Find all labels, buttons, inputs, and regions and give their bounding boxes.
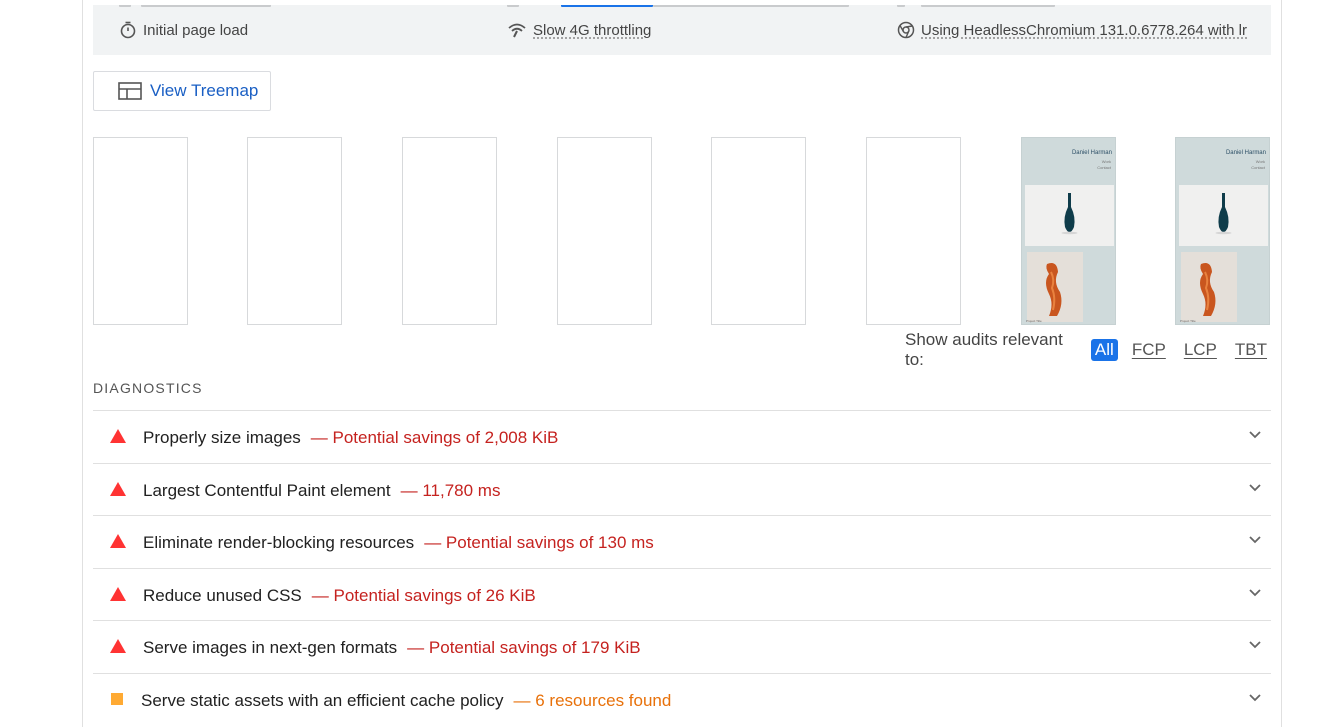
audit-detail: — Potential savings of 130 ms bbox=[424, 533, 654, 552]
audit-title: Reduce unused CSS bbox=[143, 585, 302, 605]
thumb-site-title: Daniel Harman bbox=[1071, 150, 1112, 156]
filmstrip-frame bbox=[247, 137, 342, 325]
audit-detail: — Potential savings of 26 KiB bbox=[311, 585, 536, 605]
chrome-icon bbox=[897, 21, 915, 39]
chevron-down-icon[interactable] bbox=[1249, 641, 1261, 649]
audit-row[interactable]: Serve images in next-gen formats — Potent… bbox=[93, 620, 1271, 673]
env-label-throttling[interactable]: Slow 4G throttling bbox=[533, 22, 651, 39]
audit-filter: Show audits relevant to: All FCP LCP TBT bbox=[905, 330, 1281, 369]
filter-chip-tbt[interactable]: TBT bbox=[1231, 339, 1271, 361]
chevron-down-icon[interactable] bbox=[1249, 588, 1261, 597]
filter-chip-all[interactable]: All bbox=[1090, 339, 1118, 361]
audit-detail: — 11,780 ms bbox=[400, 480, 501, 500]
lighthouse-report: Initial page load Slow 4G throttling Usi… bbox=[82, 0, 1282, 727]
filmstrip-frame bbox=[93, 137, 188, 325]
chevron-down-icon[interactable] bbox=[1249, 431, 1261, 439]
thumb-site-nav: Work Contact bbox=[1097, 159, 1111, 170]
chevron-down-icon[interactable] bbox=[1249, 483, 1261, 492]
audit-title: Largest Contentful Paint element bbox=[143, 480, 391, 500]
average-square-icon bbox=[111, 692, 123, 705]
audit-row[interactable]: Properly size images — Potential savings … bbox=[93, 410, 1271, 463]
diagnostics-list: Properly size images — Potential savings … bbox=[93, 410, 1271, 725]
thumb-sculpture-photo bbox=[1027, 252, 1083, 322]
filmstrip-frame bbox=[866, 137, 961, 325]
thumb-sculpture-photo bbox=[1181, 252, 1237, 322]
fail-triangle-icon bbox=[110, 481, 126, 496]
view-treemap-button[interactable]: View Treemap bbox=[93, 71, 271, 111]
audit-row[interactable]: Serve static assets with an efficient ca… bbox=[93, 672, 1271, 726]
audit-row[interactable]: Reduce unused CSS — Potential savings of … bbox=[93, 567, 1271, 621]
audit-title: Serve static assets with an efficient ca… bbox=[141, 690, 504, 710]
audit-row[interactable]: Eliminate render-blocking resources — Pot… bbox=[93, 515, 1271, 568]
view-treemap-label[interactable]: View Treemap bbox=[150, 81, 258, 101]
audit-row[interactable]: Largest Contentful Paint element — 11,780… bbox=[93, 462, 1271, 516]
fail-triangle-icon bbox=[110, 639, 126, 653]
fail-triangle-icon bbox=[110, 429, 126, 443]
treemap-icon bbox=[118, 82, 142, 100]
thumb-vase-photo bbox=[1179, 185, 1268, 246]
audit-detail: — Potential savings of 2,008 KiB bbox=[310, 428, 559, 447]
env-label-page-load: Initial page load bbox=[143, 21, 249, 39]
filter-chip-fcp[interactable]: FCP bbox=[1128, 339, 1170, 361]
clipped-previous-row bbox=[93, 5, 1271, 7]
chevron-down-icon[interactable] bbox=[1249, 536, 1261, 544]
thumb-caption: Project Title bbox=[1180, 319, 1196, 323]
diagnostics-heading: DIAGNOSTICS bbox=[93, 380, 203, 396]
audit-detail: — 6 resources found bbox=[513, 690, 672, 710]
audit-detail: — Potential savings of 179 KiB bbox=[407, 638, 641, 657]
thumb-site-title: Daniel Harman bbox=[1225, 150, 1266, 156]
filter-label: Show audits relevant to: bbox=[905, 330, 1063, 369]
fail-triangle-icon bbox=[110, 586, 126, 601]
audit-title: Properly size images bbox=[143, 428, 301, 447]
filmstrip: Daniel Harman WorkContact Project Title bbox=[93, 137, 1271, 325]
env-item-throttling[interactable]: Slow 4G throttling bbox=[507, 21, 651, 39]
env-item-browser[interactable]: Using HeadlessChromium 131.0.6778.264 wi… bbox=[897, 21, 1267, 39]
filmstrip-frame-painted: Daniel Harman Work Contact Project Title bbox=[1175, 137, 1270, 325]
runtime-settings-bar: Initial page load Slow 4G throttling Usi… bbox=[93, 5, 1271, 55]
thumb-vase-photo bbox=[1025, 185, 1114, 246]
thumb-site-nav: Work Contact bbox=[1251, 159, 1265, 170]
signal-icon bbox=[508, 23, 526, 38]
audit-title: Serve images in next-gen formats bbox=[143, 638, 398, 657]
chevron-down-icon[interactable] bbox=[1249, 693, 1261, 702]
stopwatch-icon bbox=[120, 21, 136, 39]
filmstrip-frame bbox=[711, 137, 806, 325]
filmstrip-frame-painted: Daniel Harman Work Contact Project Title bbox=[1021, 137, 1116, 325]
env-label-browser[interactable]: Using HeadlessChromium 131.0.6778.264 wi… bbox=[921, 22, 1247, 39]
filmstrip-frame bbox=[402, 137, 497, 325]
filmstrip-frame bbox=[557, 137, 652, 325]
filter-chip-lcp[interactable]: LCP bbox=[1180, 339, 1221, 361]
audit-title: Eliminate render-blocking resources bbox=[143, 533, 415, 552]
fail-triangle-icon bbox=[110, 534, 126, 548]
env-item-page-load: Initial page load bbox=[119, 21, 248, 39]
thumb-caption: Project Title bbox=[1026, 319, 1042, 323]
